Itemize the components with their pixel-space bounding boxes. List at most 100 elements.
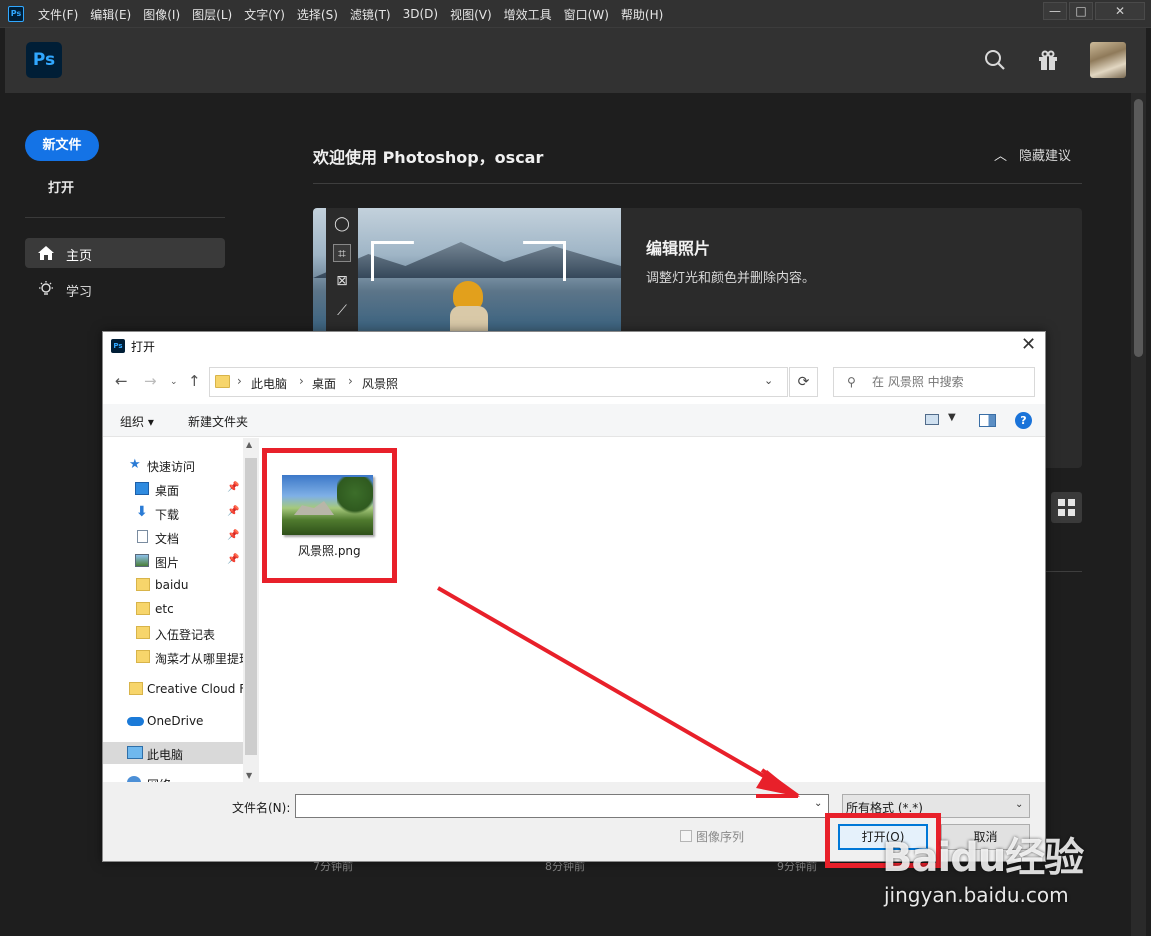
menu-filter[interactable]: 滤镜(T) xyxy=(350,6,391,23)
minimize-button[interactable]: — xyxy=(1043,2,1067,20)
back-arrow-icon[interactable]: ← xyxy=(115,372,128,390)
sidebar-item-label: 学习 xyxy=(66,285,93,300)
ps-app-icon: Ps xyxy=(111,339,125,353)
folder-icon xyxy=(136,578,150,591)
chevron-right-icon: › xyxy=(299,374,304,388)
open-file-dialog: Ps 打开 ✕ ← → ⌄ ↑ › 此电脑 › 桌面 › 风景照 ⌄ ⟳ ⚲ 组… xyxy=(102,331,1046,862)
folder-icon xyxy=(136,626,150,639)
nav-item-label: 文档 xyxy=(155,532,180,546)
avatar[interactable] xyxy=(1090,42,1126,78)
nav-item-downloads[interactable]: ⬇ 下载 📌 xyxy=(103,502,243,524)
chevron-down-icon: ▼ xyxy=(948,412,956,423)
menu-3d[interactable]: 3D(D) xyxy=(403,7,438,21)
nav-pane-scrollbar[interactable]: ▲ ▼ xyxy=(243,438,259,782)
change-view-button[interactable]: ▼ xyxy=(925,412,961,429)
scroll-thumb[interactable] xyxy=(1134,99,1143,357)
nav-item-quick-access[interactable]: ★ 快速访问 xyxy=(103,454,243,476)
organize-button[interactable]: 组织 ▾ xyxy=(120,413,154,430)
sidebar-item-label: 主页 xyxy=(66,249,93,264)
menu-file[interactable]: 文件(F) xyxy=(38,6,78,23)
forward-arrow-icon[interactable]: → xyxy=(144,372,157,390)
refresh-icon[interactable]: ⟳ xyxy=(789,367,818,397)
annotation-box-file xyxy=(262,448,397,583)
close-window-button[interactable]: ✕ xyxy=(1095,2,1145,20)
nav-item-folder-baidu[interactable]: baidu xyxy=(103,574,243,596)
nav-item-documents[interactable]: 文档 📌 xyxy=(103,526,243,548)
menu-help[interactable]: 帮助(H) xyxy=(621,6,663,23)
close-icon[interactable]: ✕ xyxy=(1021,335,1036,355)
dialog-title: 打开 xyxy=(131,340,156,354)
nav-item-network[interactable]: 网络 xyxy=(103,772,243,782)
help-icon[interactable]: ? xyxy=(1015,412,1032,429)
menu-items: 文件(F) 编辑(E) 图像(I) 图层(L) 文字(Y) 选择(S) 滤镜(T… xyxy=(38,0,675,28)
pin-icon: 📌 xyxy=(227,530,240,541)
recent-locations-chevron-icon[interactable]: ⌄ xyxy=(170,377,178,387)
download-icon: ⬇ xyxy=(136,504,148,520)
dialog-toolbar: 组织 ▾ 新建文件夹 ▼ ? xyxy=(103,404,1045,437)
folder-icon xyxy=(136,650,150,663)
new-file-button[interactable]: 新文件 xyxy=(25,130,99,161)
preview-pane-icon[interactable] xyxy=(979,414,996,427)
app-header: Ps xyxy=(5,28,1146,93)
address-bar[interactable]: › 此电脑 › 桌面 › 风景照 ⌄ xyxy=(209,367,788,397)
view-icon xyxy=(925,414,939,425)
chevron-down-icon[interactable]: ⌄ xyxy=(814,798,822,809)
menu-layer[interactable]: 图层(L) xyxy=(192,6,232,23)
nav-item-this-pc[interactable]: 此电脑 xyxy=(103,742,243,764)
chevron-down-icon[interactable]: ⌄ xyxy=(764,374,773,387)
nav-item-label: Creative Cloud Files xyxy=(147,682,243,696)
filename-input[interactable] xyxy=(300,798,800,812)
desktop-icon xyxy=(135,482,149,495)
filename-combobox[interactable]: ⌄ xyxy=(295,794,829,818)
sidebar-item-home[interactable]: 主页 xyxy=(25,238,225,268)
nav-item-creative-cloud[interactable]: Creative Cloud Files xyxy=(103,678,243,700)
grid-view-icon[interactable] xyxy=(1051,492,1082,523)
welcome-title: 欢迎使用 Photoshop，oscar xyxy=(313,148,544,167)
breadcrumb-folder[interactable]: 风景照 xyxy=(362,375,398,392)
gift-icon[interactable] xyxy=(1036,48,1060,72)
maximize-button[interactable]: □ xyxy=(1069,2,1093,20)
nav-item-label: baidu xyxy=(155,578,189,592)
menu-edit[interactable]: 编辑(E) xyxy=(90,6,131,23)
sidebar-item-learn[interactable]: 学习 xyxy=(25,274,225,304)
nav-item-folder-etc[interactable]: etc xyxy=(103,598,243,620)
search-icon: ⚲ xyxy=(847,375,856,389)
ps-app-icon: Ps xyxy=(8,6,24,22)
sidebar-divider xyxy=(25,217,225,218)
image-sequence-checkbox[interactable] xyxy=(680,830,692,842)
eyedropper-icon: ⟋ xyxy=(337,303,347,319)
nav-item-pictures[interactable]: 图片 📌 xyxy=(103,550,243,572)
search-field[interactable]: ⚲ xyxy=(833,367,1035,397)
breadcrumb-desktop[interactable]: 桌面 xyxy=(312,375,336,392)
chevron-right-icon: › xyxy=(237,374,242,388)
scroll-thumb[interactable] xyxy=(245,458,257,755)
menu-image[interactable]: 图像(I) xyxy=(143,6,180,23)
main-scrollbar[interactable] xyxy=(1131,93,1146,936)
menu-view[interactable]: 视图(V) xyxy=(450,6,492,23)
chevron-up-icon: ︿ xyxy=(994,149,1008,164)
open-button[interactable]: 打开 xyxy=(48,177,74,196)
menu-window[interactable]: 窗口(W) xyxy=(564,6,609,23)
search-input[interactable] xyxy=(872,373,1022,391)
nav-item-label: 图片 xyxy=(155,556,180,570)
up-arrow-icon[interactable]: ↑ xyxy=(188,372,201,390)
nav-item-label: 淘菜才从哪里提现 xyxy=(155,652,243,666)
computer-icon xyxy=(127,746,143,759)
menu-select[interactable]: 选择(S) xyxy=(297,6,338,23)
nav-item-folder-taocai[interactable]: 淘菜才从哪里提现 xyxy=(103,646,243,668)
search-icon[interactable] xyxy=(983,48,1007,72)
nav-item-label: 桌面 xyxy=(155,484,180,498)
scroll-down-icon[interactable]: ▼ xyxy=(246,771,252,780)
pin-icon: 📌 xyxy=(227,554,240,565)
new-folder-button[interactable]: 新建文件夹 xyxy=(188,413,248,430)
breadcrumb-this-pc[interactable]: 此电脑 xyxy=(251,375,287,392)
scroll-up-icon[interactable]: ▲ xyxy=(246,440,252,449)
menu-type[interactable]: 文字(Y) xyxy=(244,6,285,23)
picture-icon xyxy=(135,554,149,567)
hide-suggestions-button[interactable]: ︿ 隐藏建议 xyxy=(994,145,1071,164)
nav-item-desktop[interactable]: 桌面 📌 xyxy=(103,478,243,500)
hide-suggestions-label: 隐藏建议 xyxy=(1019,149,1072,164)
nav-item-folder-enlistment[interactable]: 入伍登记表 xyxy=(103,622,243,644)
nav-item-onedrive[interactable]: OneDrive xyxy=(103,710,243,732)
menu-plugins[interactable]: 增效工具 xyxy=(504,6,552,23)
